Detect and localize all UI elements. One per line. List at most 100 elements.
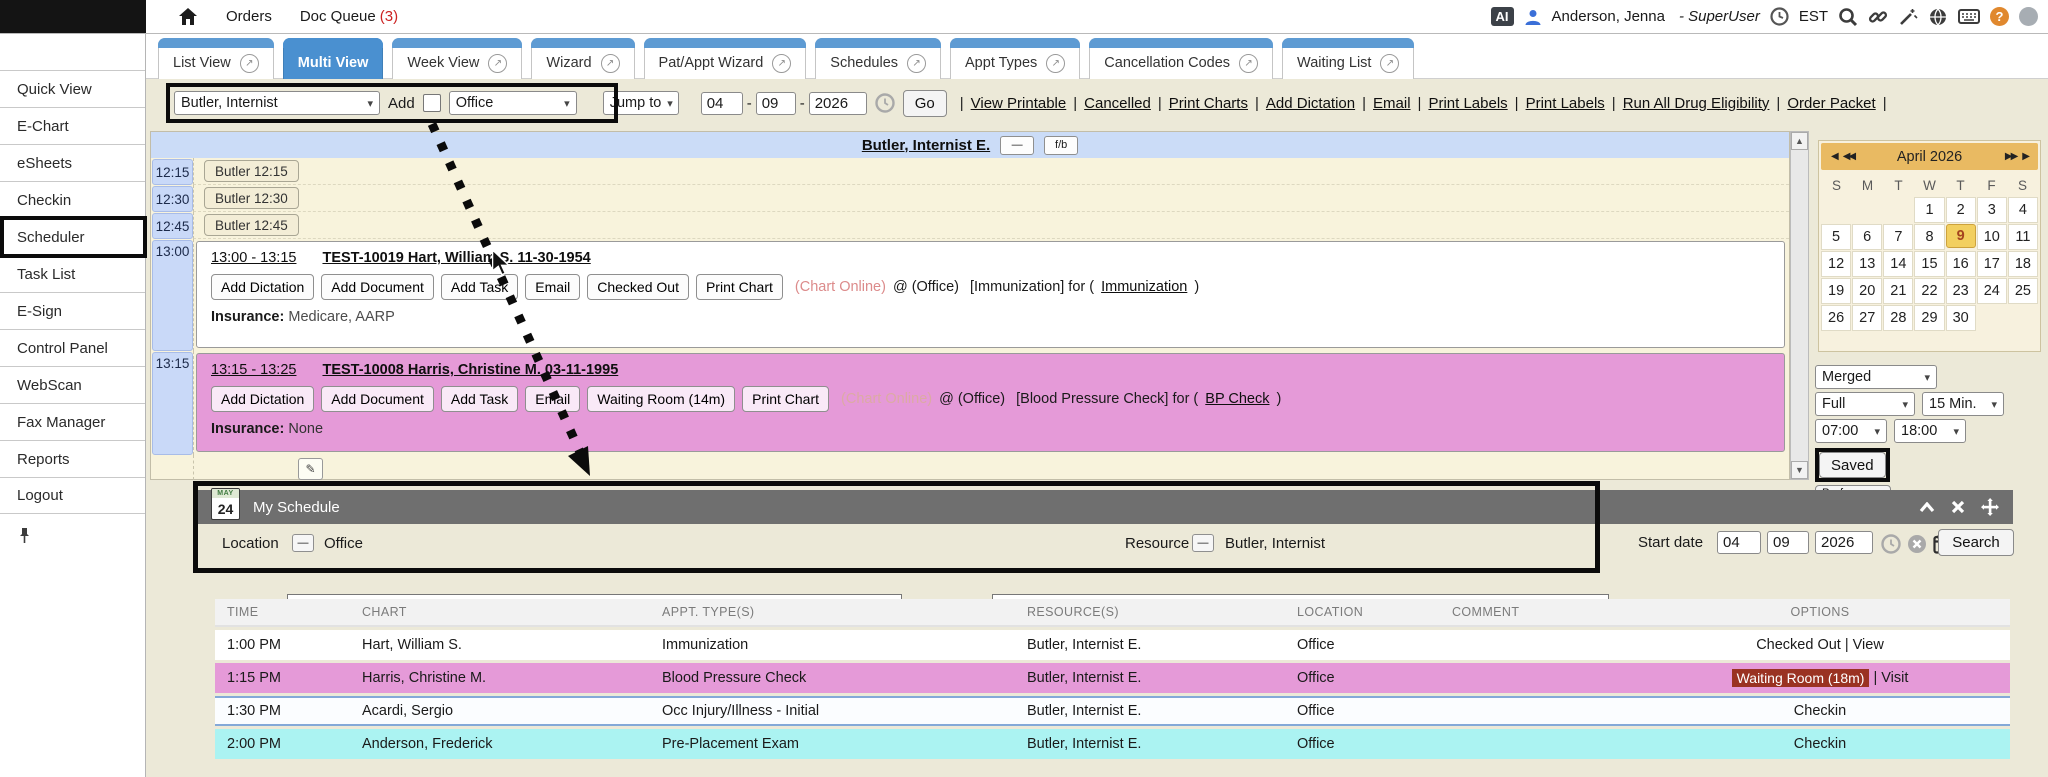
schedule-scrollbar[interactable]: ▲ ▼ — [1790, 131, 1809, 480]
slot-booking-button[interactable]: Butler 12:45 — [204, 214, 299, 236]
calendar-day[interactable]: 6 — [1852, 224, 1882, 250]
appointment-action-add-dictation[interactable]: Add Dictation — [211, 274, 314, 300]
calendar-day[interactable]: 4 — [2008, 197, 2038, 223]
sidebar-item-control-panel[interactable]: Control Panel — [0, 329, 145, 366]
clock-icon[interactable] — [1881, 534, 1901, 554]
calendar-day[interactable]: 10 — [1977, 224, 2007, 250]
date-day-input[interactable]: 09 — [756, 92, 796, 115]
sidebar-item-task-list[interactable]: Task List — [0, 255, 145, 292]
toolbar-link-email[interactable]: Email — [1373, 95, 1411, 112]
calendar-day[interactable]: 8 — [1914, 224, 1944, 250]
calendar-day[interactable]: 19 — [1821, 278, 1851, 304]
calendar-day[interactable]: 30 — [1946, 305, 1976, 331]
tab-appt-types[interactable]: Appt Types ↗ — [950, 38, 1080, 79]
collapse-panel-icon[interactable] — [1919, 502, 1935, 513]
calendar-day[interactable]: 12 — [1821, 251, 1851, 277]
toolbar-link-view-printable[interactable]: View Printable — [971, 95, 1067, 112]
options-text[interactable]: Checkin — [1794, 703, 1846, 719]
appointment-card[interactable]: 13:00 - 13:15 TEST-10019 Hart, William S… — [196, 241, 1785, 348]
move-panel-icon[interactable] — [1981, 498, 1999, 516]
calendar-day[interactable]: 11 — [2008, 224, 2038, 250]
tab-pat-appt-wizard[interactable]: Pat/Appt Wizard ↗ — [644, 38, 807, 79]
calendar-day[interactable]: 23 — [1946, 278, 1976, 304]
table-row[interactable]: 1:00 PM Hart, William S. Immunization Bu… — [215, 630, 2010, 660]
date-year-input[interactable]: 2026 — [809, 92, 867, 115]
clear-date-icon[interactable] — [1907, 534, 1927, 554]
minimize-column-button[interactable]: — — [1000, 136, 1034, 155]
toolbar-link-print-charts[interactable]: Print Charts — [1169, 95, 1248, 112]
start-date-year-input[interactable]: 2026 — [1815, 531, 1873, 554]
appointment-time-link[interactable]: 13:00 - 13:15 — [211, 250, 296, 266]
interval-select[interactable]: 15 Min.▾ — [1922, 392, 2004, 416]
day-start-select[interactable]: 07:00▾ — [1815, 419, 1887, 443]
start-date-month-input[interactable]: 04 — [1717, 531, 1761, 554]
calendar-day[interactable]: 14 — [1883, 251, 1913, 277]
calendar-day[interactable]: 13 — [1852, 251, 1882, 277]
cell-options[interactable]: Checkin — [1630, 703, 2010, 719]
calendar-day[interactable]: 20 — [1852, 278, 1882, 304]
appointment-action-waiting-room-14m[interactable]: Waiting Room (14m) — [587, 386, 735, 412]
calendar-day[interactable]: 5 — [1821, 224, 1851, 250]
slot-booking-button[interactable]: Butler 12:30 — [204, 187, 299, 209]
sidebar-item-logout[interactable]: Logout — [0, 477, 145, 514]
calendar-day[interactable]: 26 — [1821, 305, 1851, 331]
calendar-day[interactable]: 1 — [1914, 197, 1944, 223]
clock-icon[interactable] — [1770, 7, 1789, 26]
toolbar-link-print-labels[interactable]: Print Labels — [1526, 95, 1605, 112]
merge-mode-select[interactable]: Merged▾ — [1815, 365, 1937, 389]
jump-to-select[interactable]: Jump to▾ — [603, 91, 679, 115]
start-date-day-input[interactable]: 09 — [1767, 531, 1809, 554]
calendar-day[interactable]: 7 — [1883, 224, 1913, 250]
calendar-next-year-icon[interactable]: ▶▶ — [2002, 151, 2019, 162]
current-user[interactable]: Anderson, Jenna — [1552, 8, 1665, 25]
day-end-select[interactable]: 18:00▾ — [1894, 419, 1966, 443]
sidebar-item-checkin[interactable]: Checkin — [0, 181, 145, 218]
calendar-day[interactable]: 17 — [1977, 251, 2007, 277]
sidebar-item-scheduler[interactable]: Scheduler — [0, 218, 145, 255]
appointment-action-checked-out[interactable]: Checked Out — [587, 274, 689, 300]
table-row[interactable]: 1:30 PM Acardi, Sergio Occ Injury/Illnes… — [215, 696, 2010, 726]
sidebar-item-quick-view[interactable]: Quick View — [0, 70, 145, 107]
appointment-action-add-document[interactable]: Add Document — [321, 386, 434, 412]
patient-link[interactable]: TEST-10019 Hart, William S. 11-30-1954 — [322, 250, 590, 266]
calendar-day[interactable]: 27 — [1852, 305, 1882, 331]
my-schedule-panel-header[interactable]: MAY 24 My Schedule — [197, 490, 2013, 524]
options-text[interactable]: Checked Out | View — [1756, 637, 1884, 653]
ai-badge[interactable]: AI — [1491, 7, 1514, 26]
appointment-action-add-task[interactable]: Add Task — [441, 274, 518, 300]
toolbar-link-add-dictation[interactable]: Add Dictation — [1266, 95, 1355, 112]
go-button[interactable]: Go — [903, 90, 947, 117]
close-panel-icon[interactable] — [1951, 500, 1965, 514]
calendar-prev-month-icon[interactable]: ◀ — [1828, 151, 1840, 162]
tab-list-view[interactable]: List View ↗ — [158, 38, 274, 79]
appointment-action-print-chart[interactable]: Print Chart — [742, 386, 829, 412]
calendar-day[interactable]: 29 — [1914, 305, 1944, 331]
saved-button[interactable]: Saved — [1819, 452, 1886, 478]
resource-header-link[interactable]: Butler, Internist E. — [862, 137, 990, 154]
toolbar-link-cancelled[interactable]: Cancelled — [1084, 95, 1151, 112]
calendar-day[interactable]: 16 — [1946, 251, 1976, 277]
calendar-day-selected[interactable]: 9 — [1946, 224, 1976, 248]
calendar-day[interactable]: 24 — [1977, 278, 2007, 304]
tab-wizard[interactable]: Wizard ↗ — [531, 38, 634, 79]
calendar-day[interactable]: 28 — [1883, 305, 1913, 331]
tab-schedules[interactable]: Schedules ↗ — [815, 38, 941, 79]
wand-icon[interactable] — [1898, 7, 1918, 27]
calendar-next-month-icon[interactable]: ▶ — [2019, 151, 2031, 162]
add-checkbox[interactable] — [423, 94, 441, 112]
appointment-card[interactable]: 13:15 - 13:25 TEST-10008 Harris, Christi… — [196, 353, 1785, 452]
location-select[interactable]: Office▾ — [449, 91, 577, 115]
pin-icon[interactable] — [0, 514, 145, 549]
calendar-day[interactable]: 2 — [1946, 197, 1976, 223]
tab-waiting-list[interactable]: Waiting List ↗ — [1282, 38, 1414, 79]
sidebar-item-e-chart[interactable]: E-Chart — [0, 107, 145, 144]
scroll-down-icon[interactable]: ▼ — [1791, 461, 1808, 479]
sidebar-item-webscan[interactable]: WebScan — [0, 366, 145, 403]
edit-note-icon[interactable]: ✎ — [298, 458, 323, 480]
nav-orders[interactable]: Orders — [226, 8, 272, 25]
tab-multi-view[interactable]: Multi View — [283, 38, 384, 79]
scroll-up-icon[interactable]: ▲ — [1791, 132, 1808, 150]
globe-icon[interactable] — [1928, 7, 1948, 27]
options-text[interactable]: Checkin — [1794, 736, 1846, 752]
calendar-day[interactable]: 25 — [2008, 278, 2038, 304]
